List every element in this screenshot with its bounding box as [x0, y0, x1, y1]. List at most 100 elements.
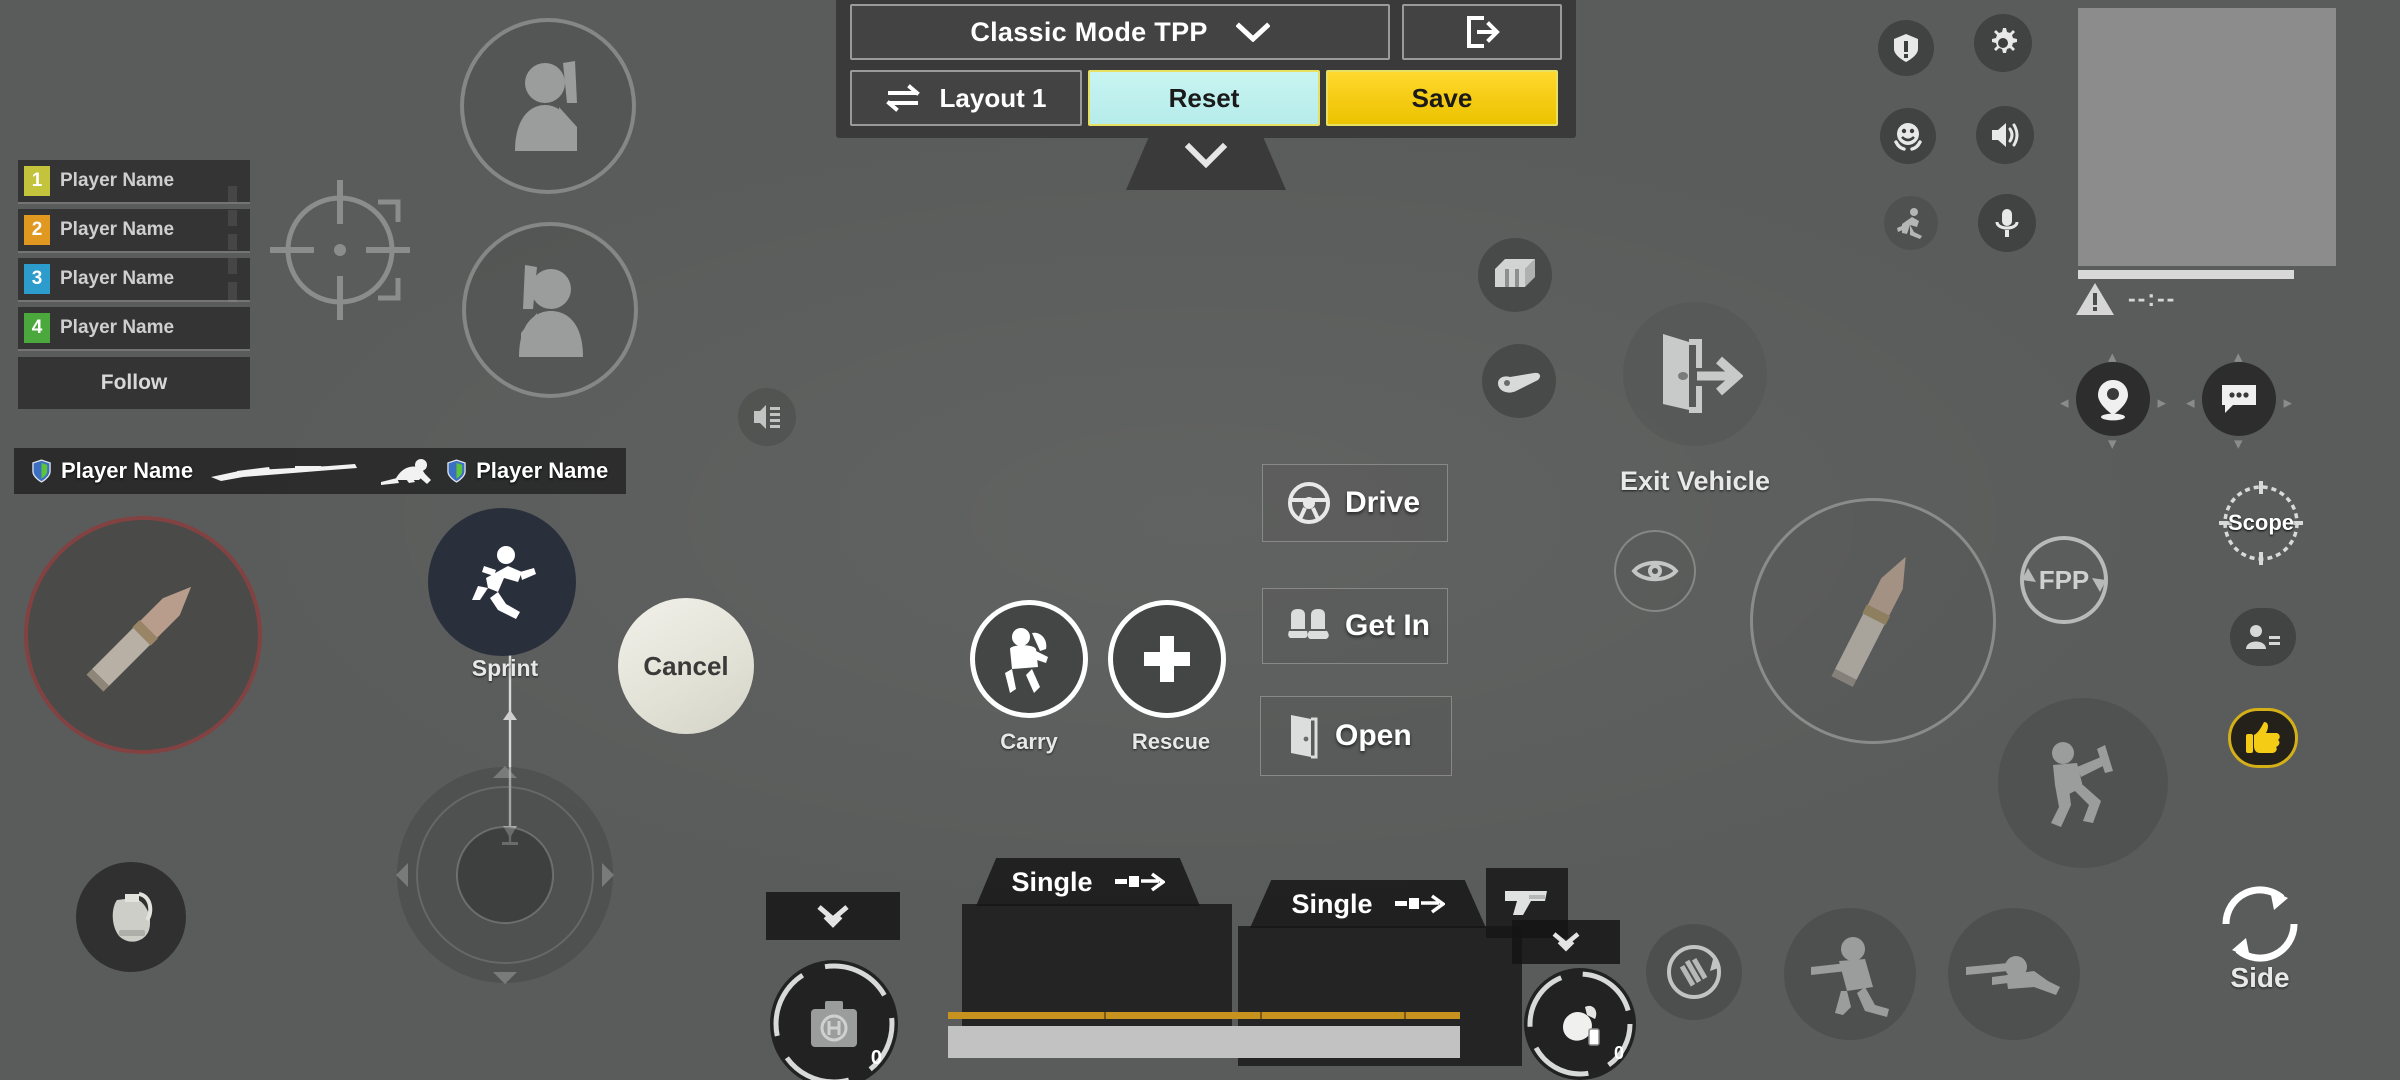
fire-rate-icon — [1114, 872, 1165, 892]
avatar[interactable] — [462, 222, 638, 398]
prone-button[interactable] — [1948, 908, 2080, 1040]
rifle-icon — [211, 464, 358, 481]
open-label: Open — [1335, 719, 1412, 752]
running-figure-icon — [472, 546, 536, 619]
alert-shield-icon — [1894, 34, 1918, 62]
supply-crate-button[interactable] — [1478, 238, 1552, 312]
eye-peek-icon — [1631, 560, 1679, 582]
game-hud-root: 1 Player Name 2 Player Name 3 Player Nam… — [0, 0, 2400, 1080]
victim-name: Player Name — [476, 458, 609, 483]
steering-wheel-icon — [1288, 482, 1330, 524]
vault-jump-icon — [2051, 742, 2113, 827]
team-shield-icon — [32, 459, 51, 483]
emoji-icon-button[interactable] — [1880, 108, 1936, 164]
speaker-icon-button[interactable] — [1976, 106, 2034, 164]
gear-icon — [1992, 28, 2017, 53]
rotate-arrows-icon — [2222, 886, 2298, 962]
rescue-button[interactable] — [1108, 600, 1226, 718]
peek-button[interactable] — [1614, 530, 1696, 612]
team-player-name: Player Name — [60, 317, 175, 338]
movement-joystick[interactable] — [390, 760, 620, 995]
exit-button[interactable] — [1402, 4, 1562, 60]
chat-button[interactable] — [2202, 362, 2276, 436]
weapon-expand-left[interactable] — [766, 892, 900, 940]
team-row[interactable]: 4 Player Name — [18, 307, 250, 351]
gear-icon-button[interactable] — [1974, 14, 2032, 72]
grenade-button[interactable] — [76, 862, 186, 972]
team-player-name: Player Name — [60, 170, 175, 191]
grenade-icon — [112, 892, 153, 942]
fire-mode-label: Single — [1291, 888, 1373, 919]
panel-collapse-tab[interactable] — [1126, 138, 1286, 190]
layout-selector-button[interactable]: Layout 1 — [850, 70, 1082, 126]
cancel-button[interactable]: Cancel — [618, 598, 754, 734]
alert-shield-icon-button[interactable] — [1878, 20, 1934, 76]
action-row: Layout 1 Reset Save — [850, 70, 1562, 126]
mode-row: Classic Mode TPP — [850, 4, 1562, 60]
team-player-name: Player Name — [60, 268, 175, 289]
reload-ammo-icon — [1667, 945, 1721, 999]
pointing-hand-button[interactable] — [1482, 344, 1556, 418]
smoke-grenade-button[interactable]: 0 — [1524, 968, 1636, 1080]
chevron-double-down-icon — [1552, 932, 1580, 952]
soldier-avatar-icon — [519, 265, 583, 357]
save-button[interactable]: Save — [1326, 70, 1558, 126]
emoji-smile-icon — [1894, 123, 1922, 151]
reset-button[interactable]: Reset — [1088, 70, 1320, 126]
open-button[interactable]: Open — [1260, 696, 1452, 776]
voice-toggle-button[interactable] — [738, 388, 796, 446]
medkit-button[interactable]: 0 — [770, 960, 898, 1080]
weapon-expand-right[interactable] — [1512, 920, 1620, 964]
smoke-grenade-icon — [1563, 1005, 1600, 1046]
team-list: 1 Player Name 2 Player Name 3 Player Nam… — [18, 160, 250, 409]
minimap-progress-bar — [2078, 270, 2294, 279]
team-shield-icon — [447, 459, 466, 483]
jump-button[interactable] — [1998, 698, 2168, 868]
chat-bubble-icon — [2222, 385, 2256, 413]
reload-button[interactable] — [1646, 924, 1742, 1020]
drive-button[interactable]: Drive — [1262, 464, 1448, 542]
pointing-hand-icon — [1498, 372, 1541, 393]
fire-button-left[interactable] — [24, 516, 262, 754]
crouch-button[interactable] — [1784, 908, 1916, 1040]
fpp-label: FPP — [2038, 564, 2090, 595]
sprint-toggle-icon-button[interactable] — [1884, 196, 1938, 250]
person-swap-button[interactable] — [2230, 608, 2296, 666]
follow-button[interactable]: Follow — [18, 357, 250, 409]
team-row[interactable]: 3 Player Name — [18, 258, 250, 302]
sprint-toggle-icon — [1897, 208, 1922, 239]
fire-mode-tab[interactable]: Single — [1250, 880, 1486, 928]
vehicle-exit-door-icon — [1663, 334, 1743, 413]
team-row[interactable]: 1 Player Name — [18, 160, 250, 204]
exit-vehicle-button[interactable] — [1623, 302, 1767, 446]
map-pin-button[interactable] — [2076, 362, 2150, 436]
get-in-label: Get In — [1345, 609, 1431, 642]
microphone-icon-button[interactable] — [1978, 194, 2036, 252]
medkit-count: 0 — [870, 1047, 882, 1069]
fpp-button[interactable]: FPP — [2012, 528, 2116, 632]
drive-label: Drive — [1345, 486, 1421, 519]
microphone-icon — [1995, 209, 2019, 237]
knocked-player-icon — [381, 459, 432, 485]
sprint-button[interactable] — [428, 508, 576, 656]
bullet-icon — [1831, 556, 1906, 688]
layout-editor-panel: Classic Mode TPP Layout 1 Reset Save — [836, 0, 1576, 190]
mode-select[interactable]: Classic Mode TPP — [850, 4, 1390, 60]
get-in-button[interactable]: Get In — [1262, 588, 1448, 664]
fire-button-right[interactable] — [1750, 498, 1996, 744]
scope-button[interactable]: Scope — [2214, 476, 2308, 570]
minimap[interactable] — [2078, 8, 2336, 266]
chevron-double-down-icon — [817, 905, 849, 928]
avatar[interactable] — [460, 18, 636, 194]
carry-button[interactable] — [970, 600, 1088, 718]
team-row[interactable]: 2 Player Name — [18, 209, 250, 253]
side-label: Side — [2230, 962, 2290, 993]
crouch-figure-icon — [1811, 937, 1889, 1017]
door-icon — [1291, 715, 1318, 759]
thumbs-up-button[interactable] — [2228, 708, 2298, 768]
fire-mode-tab[interactable]: Single — [976, 858, 1200, 906]
ammo-bar — [948, 1012, 1460, 1019]
speaker-icon — [1992, 123, 2019, 147]
side-button[interactable] — [2212, 876, 2308, 972]
plus-icon — [1144, 636, 1190, 682]
